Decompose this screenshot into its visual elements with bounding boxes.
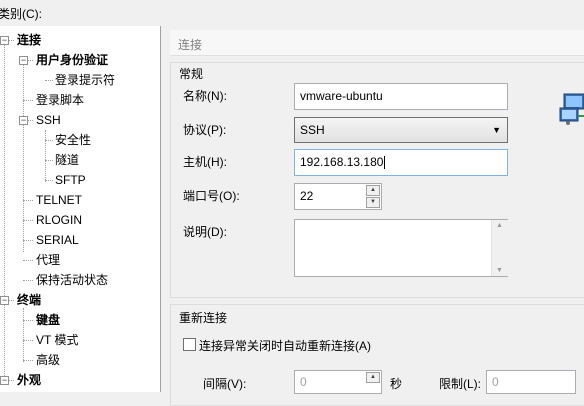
dropdown-arrow-icon: ▼ [492,125,501,135]
interval-spin-up-icon[interactable]: ▲ [366,372,380,383]
collapse-icon[interactable]: − [19,56,28,65]
host-value: 192.168.13.180 [300,155,384,169]
auto-reconnect-checkbox[interactable] [183,338,196,351]
interval-label: 间隔(V): [203,377,247,391]
tree-item-appearance[interactable]: 外观 [17,370,41,390]
tree-item-serial[interactable]: SERIAL [36,230,79,250]
tree-item-terminal[interactable]: 终端 [17,290,41,310]
name-label: 名称(N): [183,89,227,103]
description-field[interactable] [294,219,508,277]
collapse-icon[interactable]: − [0,376,9,385]
text-cursor [384,156,386,170]
protocol-label: 协议(P): [183,123,227,137]
limit-label: 限制(L): [439,377,482,391]
auto-reconnect-label[interactable]: 连接异常关闭时自动重新连接(A) [199,337,371,354]
settings-panel: 连接 常规 名称(N): vmware-ubuntu 协议(P): SSH ▼ … [170,26,584,406]
description-scrollbar[interactable]: ▲ ▼ [491,220,508,276]
tree-item-tunnel[interactable]: 隧道 [55,150,79,170]
tree-item-proxy[interactable]: 代理 [36,250,60,270]
tree-item-vt-mode[interactable]: VT 模式 [36,330,78,350]
general-group: 常规 名称(N): vmware-ubuntu 协议(P): SSH ▼ 主机(… [170,62,584,298]
port-label: 端口号(O): [183,189,240,203]
protocol-select[interactable]: SSH ▼ [294,117,508,143]
host-field[interactable]: 192.168.13.180 [294,149,508,176]
scroll-up-icon[interactable]: ▲ [496,222,503,229]
scroll-down-icon[interactable]: ▼ [496,267,503,274]
tree-item-login-script[interactable]: 登录脚本 [36,90,84,110]
tree-item-keepalive[interactable]: 保持活动状态 [36,270,108,290]
tree-item-security[interactable]: 安全性 [55,130,91,150]
category-label: 类别(C): [0,7,42,21]
tree-item-ssh[interactable]: SSH [36,110,61,130]
collapse-icon[interactable]: − [19,116,28,125]
host-label: 主机(H): [183,155,227,169]
tree-item-rlogin[interactable]: RLOGIN [36,210,82,230]
tree-item-user-auth[interactable]: 用户身份验证 [36,50,108,70]
network-computers-icon [558,92,584,126]
tree-item-sftp[interactable]: SFTP [55,170,86,190]
reconnect-group: 重新连接 连接异常关闭时自动重新连接(A) 间隔(V): 0 ▲ 秒 限制(L)… [170,304,584,406]
tree-item-connection[interactable]: 连接 [17,30,41,50]
tree-item-telnet[interactable]: TELNET [36,190,82,210]
collapse-icon[interactable]: − [0,296,9,305]
protocol-value: SSH [300,123,325,137]
general-group-title: 常规 [179,67,204,81]
category-tree[interactable]: − − − − − 连接 用户身份验证 登录提示符 登录脚本 SSH 安全性 隧… [0,26,161,392]
reconnect-group-title: 重新连接 [179,311,228,325]
panel-header: 连接 [170,30,584,56]
tree-item-advanced[interactable]: 高级 [36,350,60,370]
panel-title: 连接 [178,38,203,52]
port-spin-up-icon[interactable]: ▲ [366,185,380,196]
limit-field[interactable]: 0 [486,370,576,394]
description-label: 说明(D): [183,225,227,239]
tree-item-login-prompts[interactable]: 登录提示符 [55,70,115,90]
collapse-icon[interactable]: − [0,36,9,45]
tree-item-keyboard[interactable]: 键盘 [36,310,60,330]
seconds-label: 秒 [390,377,403,391]
port-spin-down-icon[interactable]: ▼ [366,197,380,208]
name-field[interactable]: vmware-ubuntu [294,83,508,110]
